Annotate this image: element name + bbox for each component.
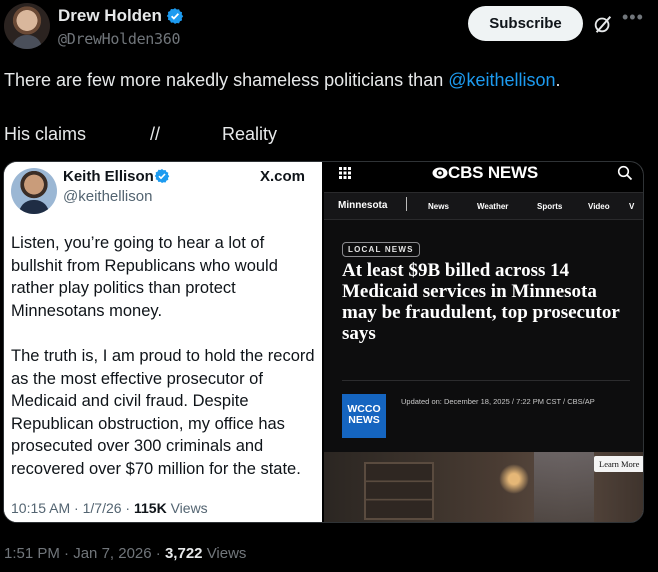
reality-label: Reality — [222, 124, 278, 144]
search-icon — [617, 165, 633, 181]
nav-item-more: V — [629, 202, 635, 211]
embedded-avatar — [11, 168, 57, 214]
post-time[interactable]: 1:51 PM — [4, 545, 60, 562]
source-label: X.com — [260, 168, 306, 185]
verified-badge-icon — [166, 8, 184, 24]
wcco-news-logo: WCCO NEWS — [342, 394, 386, 438]
mention-link[interactable]: @keithellison — [448, 70, 555, 90]
cbs-eye-icon — [432, 167, 448, 179]
tweet-header: Drew Holden @DrewHolden360 Subscribe ••• — [0, 0, 658, 60]
embedded-views-label: Views — [170, 500, 208, 516]
his-claims-label: His claims — [4, 124, 87, 144]
embedded-paragraph-1: Listen, you’re going to hear a lot of bu… — [11, 234, 278, 320]
nav-region: Minnesota — [338, 200, 388, 211]
embedded-post-meta: 10:15 AM · 1/7/26 · 115K Views — [11, 500, 208, 516]
author-handle[interactable]: @DrewHolden360 — [58, 30, 181, 48]
separator-label: // — [150, 124, 161, 144]
embedded-time: 10:15 AM — [11, 500, 71, 516]
nav-item-weather: Weather — [477, 202, 509, 211]
nav-item-video: Video — [588, 202, 610, 211]
author-name[interactable]: Drew Holden — [58, 6, 162, 26]
article-photo: Learn More — [324, 452, 643, 522]
cbs-news-logo: CBS NEWS — [432, 163, 538, 183]
embedded-author-handle: @keithellison — [63, 188, 153, 205]
nav-item-news: News — [428, 202, 449, 211]
grid-menu-icon — [339, 167, 351, 179]
cbs-logo-text: CBS NEWS — [448, 163, 539, 182]
news-nav-bar: Minnesota News Weather Sports Video V — [324, 192, 643, 220]
nav-separator — [406, 197, 407, 211]
learn-more-button: Learn More — [594, 456, 643, 472]
local-news-badge: LOCAL NEWS — [342, 242, 420, 257]
updated-timestamp: Updated on: December 18, 2025 / 7:22 PM … — [401, 397, 595, 406]
window-graphic — [534, 452, 594, 522]
wcco-logo-line-2: NEWS — [348, 414, 380, 426]
tweet-footer: 1:51 PM · Jan 7, 2026 · 3,722 Views — [4, 545, 247, 562]
embedded-verified-icon — [154, 169, 170, 183]
post-date[interactable]: Jan 7, 2026 — [73, 545, 151, 562]
author-avatar[interactable] — [4, 3, 50, 49]
nav-item-sports: Sports — [537, 202, 563, 211]
embedded-post-screenshot: Keith Ellison @keithellison X.com Listen… — [4, 162, 322, 522]
embedded-views-count: 115K — [134, 500, 167, 516]
news-topbar: CBS NEWS — [324, 162, 643, 192]
embedded-author-name: Keith Ellison — [63, 168, 154, 185]
views-count: 3,722 — [164, 545, 203, 562]
embedded-date: 1/7/26 — [82, 500, 122, 516]
news-headline: At least $9B billed across 14 Medicaid s… — [342, 260, 620, 344]
grok-icon[interactable] — [592, 13, 614, 35]
news-article-screenshot: CBS NEWS Minnesota News Weather Sports V… — [324, 162, 643, 522]
embedded-paragraph-2: The truth is, I am proud to hold the rec… — [11, 347, 315, 478]
attached-image[interactable]: Keith Ellison @keithellison X.com Listen… — [3, 161, 644, 523]
bookshelf-graphic — [364, 462, 434, 520]
lamp-graphic — [499, 464, 529, 494]
tweet-text-body: There are few more nakedly shameless pol… — [4, 70, 449, 90]
tweet-text: There are few more nakedly shameless pol… — [4, 70, 561, 91]
headline-divider — [342, 380, 630, 381]
more-options-icon[interactable]: ••• — [622, 8, 646, 30]
tweet-text-end: . — [555, 70, 561, 90]
subscribe-button[interactable]: Subscribe — [468, 6, 583, 41]
views-label: Views — [206, 545, 247, 562]
